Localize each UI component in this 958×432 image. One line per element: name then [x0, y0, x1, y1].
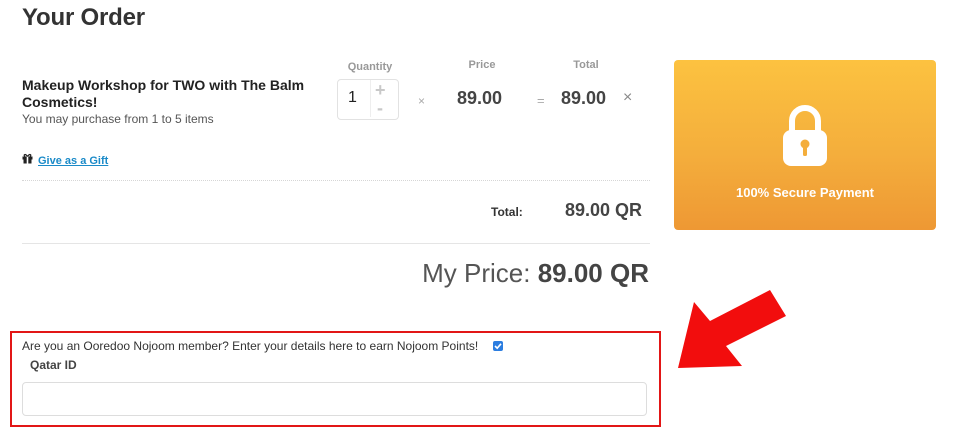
multiply-sign: ×: [418, 94, 426, 108]
gift-icon[interactable]: [22, 153, 33, 164]
purchase-limit-note: You may purchase from 1 to 5 items: [22, 112, 214, 126]
my-price-label: My Price:: [422, 258, 531, 288]
line-total: 89.00: [561, 88, 607, 108]
column-header-quantity: Quantity: [347, 61, 393, 73]
quantity-stepper[interactable]: [337, 79, 399, 120]
divider: [22, 243, 650, 244]
divider: [22, 180, 650, 181]
close-icon[interactable]: ×: [623, 89, 632, 107]
give-as-gift-link[interactable]: Give as a Gift: [38, 155, 108, 167]
column-header-price: Price: [468, 59, 496, 71]
unit-price: 89.00: [457, 88, 503, 108]
column-header-total: Total: [573, 59, 599, 71]
minus-icon[interactable]: -: [377, 98, 383, 119]
quantity-value[interactable]: 1: [348, 89, 357, 107]
my-price-value: 89.00 QR: [537, 258, 649, 288]
quantity-divider: [370, 80, 371, 117]
lock-icon: [783, 105, 827, 166]
qatar-id-label: Qatar ID: [30, 358, 77, 372]
qatar-id-input[interactable]: [22, 382, 647, 416]
equals-sign: =: [537, 93, 545, 108]
page-title: Your Order: [22, 4, 145, 31]
product-name: Makeup Workshop for TWO with The Balm Co…: [22, 77, 305, 110]
total-label: Total:: [491, 205, 523, 219]
total-amount: 89.00 QR: [565, 200, 643, 220]
red-arrow-icon: [678, 290, 786, 368]
nojoom-prompt: Are you an Ooredoo Nojoom member? Enter …: [22, 339, 479, 353]
secure-payment-text: 100% Secure Payment: [735, 185, 875, 200]
my-price: My Price: 89.00 QR: [422, 258, 649, 289]
checkbox-checked-icon[interactable]: [493, 341, 503, 351]
